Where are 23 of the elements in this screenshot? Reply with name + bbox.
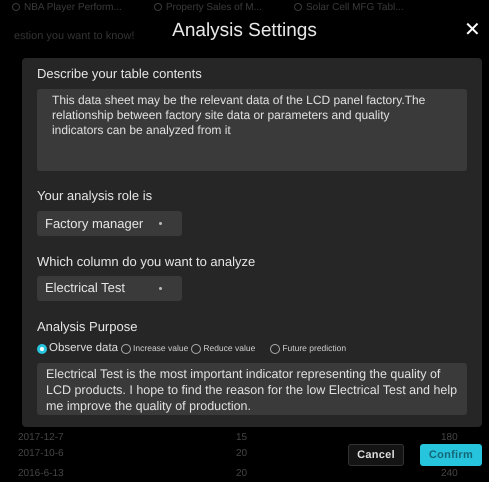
role-select[interactable]: Factory manager [37, 211, 182, 236]
column-select[interactable]: Electrical Test [37, 276, 182, 300]
purpose-field[interactable]: Electrical Test is the most important indicator representing the quality of LCD products. I hope to find the reason for the low Electrical Test and help me improve the quality of production. [37, 363, 467, 416]
table-cell: 2017-12-7 [18, 432, 64, 443]
close-button[interactable]: ✕ [464, 20, 481, 40]
table-cell: 180 [441, 432, 458, 443]
field-label: Describe your table contents [37, 65, 203, 83]
table-cell: 240 [441, 468, 458, 479]
table-cell: 20 [236, 448, 248, 459]
purpose-radio[interactable]: Observe data [37, 340, 118, 358]
purpose-radio[interactable]: Reduce value [191, 342, 256, 355]
field-label: Which column do you want to analyze [37, 253, 256, 271]
purpose-radio[interactable]: Future prediction [270, 342, 346, 355]
description-field[interactable]: This data sheet may be the relevant data of the LCD panel factory.The relationship between factory site data or parameters and quality indicators can be analyzed from it [37, 88, 467, 170]
cancel-button[interactable]: Cancel [348, 444, 404, 466]
field-label: Analysis Purpose [37, 318, 138, 336]
table-cell: 15 [236, 432, 248, 443]
dialog-title: Analysis Settings [172, 19, 317, 44]
field-label: Your analysis role is [37, 186, 154, 205]
table-cell: 2017-10-6 [18, 448, 64, 459]
table-cell: 2016-6-13 [18, 468, 64, 479]
table-cell: 20 [236, 468, 248, 479]
purpose-radio[interactable]: Increase value [121, 342, 188, 355]
